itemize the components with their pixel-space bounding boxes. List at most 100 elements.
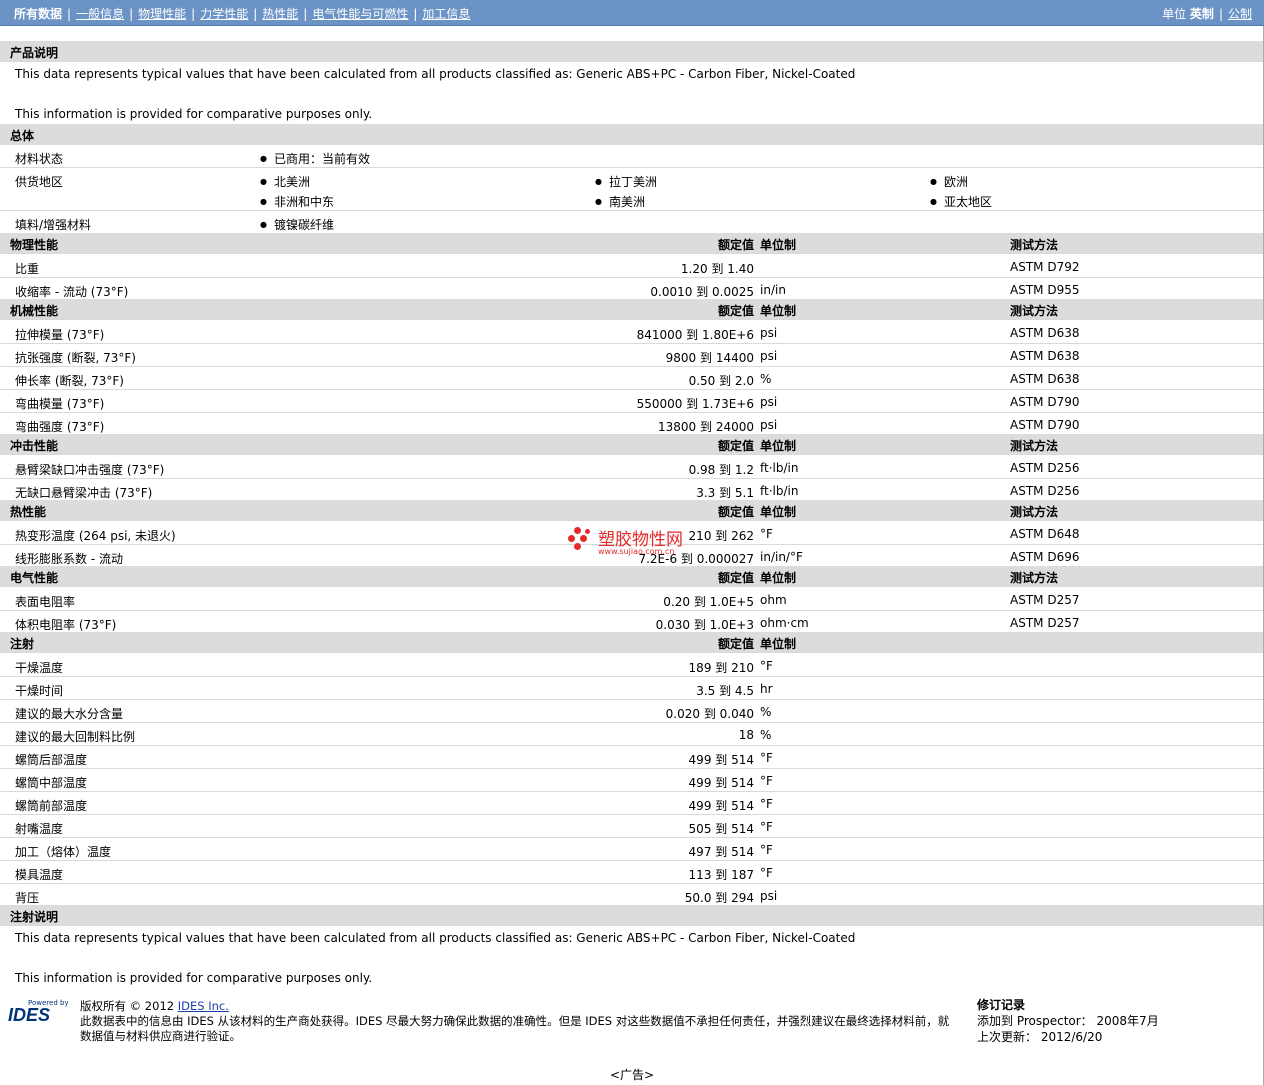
section-title: 电气性能	[10, 571, 59, 585]
table-row: 射嘴温度 505 到 514 °F	[0, 815, 1264, 838]
revision-title: 修订记录	[977, 998, 1026, 1012]
property-value: 0.98 到 1.2	[688, 463, 754, 477]
property-unit: psi	[760, 349, 778, 363]
property-value: 499 到 514	[688, 799, 754, 813]
property-value: 18	[738, 728, 754, 742]
header-nominal: 额定值	[717, 637, 754, 651]
test-method: ASTM D638	[1010, 372, 1080, 386]
property-value: 499 到 514	[688, 776, 754, 790]
header-method: 测试方法	[1010, 304, 1059, 318]
property-unit: psi	[760, 326, 778, 340]
section-title: 注射说明	[10, 910, 59, 924]
property-label: 体积电阻率 (73°F)	[15, 618, 117, 632]
property-unit: ohm·cm	[760, 616, 809, 630]
section-product: 产品说明	[0, 41, 1264, 62]
filler-value: 镀镍碳纤维	[260, 216, 334, 233]
section-injection: 注射 额定值 单位制	[0, 632, 1264, 653]
tab-general-info[interactable]: 一般信息	[76, 7, 124, 21]
section-general: 总体	[0, 124, 1264, 145]
property-value: 189 到 210	[688, 661, 754, 675]
property-unit: %	[760, 728, 772, 742]
tab-mechanical[interactable]: 力学性能	[200, 7, 248, 21]
table-row: 加工（熔体）温度 497 到 514 °F	[0, 838, 1264, 861]
section-electrical: 电气性能 额定值 单位制 测试方法	[0, 566, 1264, 587]
property-value: 0.50 到 2.0	[688, 374, 754, 388]
property-label: 伸长率 (断裂, 73°F)	[15, 374, 124, 388]
tab-processing[interactable]: 加工信息	[422, 7, 470, 21]
updated-value: 2012/6/20	[1040, 1030, 1103, 1044]
company-link[interactable]: IDES Inc.	[178, 999, 229, 1013]
property-value: 0.030 到 1.0E+3	[655, 618, 754, 632]
property-label: 射嘴温度	[15, 822, 64, 836]
tab-electrical[interactable]: 电气性能与可燃性	[312, 7, 408, 21]
table-row: 伸长率 (断裂, 73°F) 0.50 到 2.0% ASTM D638	[0, 367, 1264, 390]
watermark-url: www.sujiao.com.cn	[598, 547, 675, 556]
updated-label: 上次更新：	[977, 1030, 1038, 1044]
section-title: 机械性能	[10, 304, 59, 318]
header-method: 测试方法	[1010, 439, 1059, 453]
table-row: 表面电阻率 0.20 到 1.0E+5 ohm ASTM D257	[0, 588, 1264, 611]
property-label: 弯曲强度 (73°F)	[15, 420, 105, 434]
region-item: 拉丁美洲	[595, 173, 657, 190]
table-row: 拉伸模量 (73°F) 841000 到 1.80E+6 psi ASTM D638	[0, 321, 1264, 344]
section-physical: 物理性能 额定值 单位制 测试方法	[0, 233, 1264, 254]
region-item: 北美洲	[260, 173, 310, 190]
table-row: 悬臂梁缺口冲击强度 (73°F) 0.98 到 1.2 ft·lb/in ASTM D…	[0, 456, 1264, 479]
nav-tabs: 所有数据 | 一般信息 | 物理性能 | 力学性能 | 热性能 | 电气性能与可燃性 | 加工信息	[14, 7, 471, 21]
section-title: 冲击性能	[10, 439, 59, 453]
property-label: 线形膨胀系数 - 流动	[15, 552, 123, 566]
property-label: 建议的最大水分含量	[15, 707, 124, 721]
property-label: 抗张强度 (断裂, 73°F)	[15, 351, 136, 365]
property-unit: °F	[760, 797, 773, 811]
header-nominal: 额定值	[717, 571, 754, 585]
property-unit: °F	[760, 843, 773, 857]
property-value: 841000 到 1.80E+6	[636, 328, 754, 342]
property-label: 背压	[15, 891, 40, 905]
property-label: 热变形温度 (264 psi, 未退火)	[15, 529, 176, 543]
property-value: 9800 到 14400	[665, 351, 754, 365]
table-row: 螺筒前部温度 499 到 514 °F	[0, 792, 1264, 815]
property-value: 499 到 514	[688, 753, 754, 767]
property-value: 3.3 到 5.1	[696, 486, 754, 500]
property-label: 弯曲模量 (73°F)	[15, 397, 105, 411]
unit-metric-link[interactable]: 公制	[1228, 7, 1252, 21]
property-value: 550000 到 1.73E+6	[636, 397, 754, 411]
test-method: ASTM D638	[1010, 349, 1080, 363]
footer: Powered by IDES 版权所有 © 2012 IDES Inc. 此数…	[0, 995, 1264, 1050]
property-unit: %	[760, 705, 772, 719]
table-row: 干燥温度 189 到 210 °F	[0, 654, 1264, 677]
header-unit: 单位制	[760, 439, 797, 453]
header-unit: 单位制	[760, 505, 797, 519]
property-unit: psi	[760, 889, 778, 903]
tab-physical[interactable]: 物理性能	[138, 7, 186, 21]
property-value: 505 到 514	[688, 822, 754, 836]
table-row: 干燥时间 3.5 到 4.5 hr	[0, 677, 1264, 700]
property-value: 113 到 187	[688, 868, 754, 882]
header-unit: 单位制	[760, 637, 797, 651]
property-label: 收缩率 - 流动 (73°F)	[15, 285, 129, 299]
revision-history: 修订记录 添加到 Prospector： 2008年7月 上次更新： 2012/…	[977, 997, 1159, 1045]
added-label: 添加到 Prospector：	[977, 1014, 1093, 1028]
test-method: ASTM D696	[1010, 550, 1080, 564]
tab-thermal[interactable]: 热性能	[262, 7, 298, 21]
property-label: 加工（熔体）温度	[15, 845, 112, 859]
header-method: 测试方法	[1010, 571, 1059, 585]
region-item: 欧洲	[930, 173, 968, 190]
property-unit: °F	[760, 659, 773, 673]
table-row: 螺筒中部温度 499 到 514 °F	[0, 769, 1264, 792]
property-label: 建议的最大回制料比例	[15, 730, 136, 744]
property-unit: in/in	[760, 283, 786, 297]
section-title: 热性能	[10, 505, 47, 519]
property-value: 0.0010 到 0.0025	[650, 285, 754, 299]
section-impact: 冲击性能 额定值 单位制 测试方法	[0, 434, 1264, 455]
property-unit: psi	[760, 395, 778, 409]
test-method: ASTM D648	[1010, 527, 1080, 541]
header-unit: 单位制	[760, 304, 797, 318]
product-desc-line1: This data represents typical values that…	[15, 67, 856, 81]
table-row: 螺筒后部温度 499 到 514 °F	[0, 746, 1264, 769]
property-unit: °F	[760, 751, 773, 765]
test-method: ASTM D257	[1010, 616, 1080, 630]
table-row: 弯曲强度 (73°F) 13800 到 24000 psi ASTM D790	[0, 413, 1264, 436]
ides-logo: Powered by IDES	[8, 999, 69, 1025]
tab-all-data[interactable]: 所有数据	[14, 7, 62, 21]
